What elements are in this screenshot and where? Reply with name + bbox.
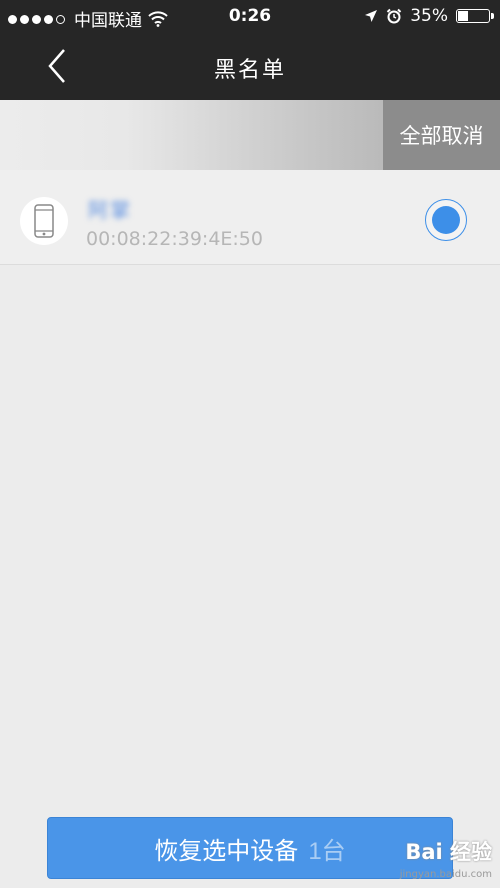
- selection-toolbar: 全部取消: [0, 100, 500, 170]
- restore-selected-devices-button[interactable]: 恢复选中设备 1台: [47, 817, 453, 879]
- selected-count: 1台: [308, 837, 346, 865]
- status-right: 35%: [364, 6, 494, 26]
- deselect-all-button[interactable]: 全部取消: [383, 100, 500, 170]
- battery-percent: 35%: [410, 6, 448, 26]
- watermark-site: jingyan.baidu.com: [399, 869, 492, 880]
- watermark-logo: Bai 经验: [405, 840, 492, 864]
- device-mac-address: 00:08:22:39:4E:50: [86, 228, 263, 250]
- navigation-bar: 黑名单: [0, 32, 500, 100]
- device-select-radio[interactable]: [425, 199, 467, 241]
- status-bar: 中国联通 0:26 35%: [0, 0, 500, 32]
- phone-icon: [34, 204, 54, 238]
- alarm-clock-icon: [386, 8, 402, 24]
- restore-label: 恢复选中设备: [154, 837, 299, 865]
- page-title: 黑名单: [213, 58, 286, 83]
- radio-selected-dot: [432, 206, 460, 234]
- device-name: 阿掌: [88, 198, 132, 222]
- location-arrow-icon: [365, 10, 378, 22]
- device-avatar: [20, 197, 68, 245]
- battery-icon: [456, 9, 494, 23]
